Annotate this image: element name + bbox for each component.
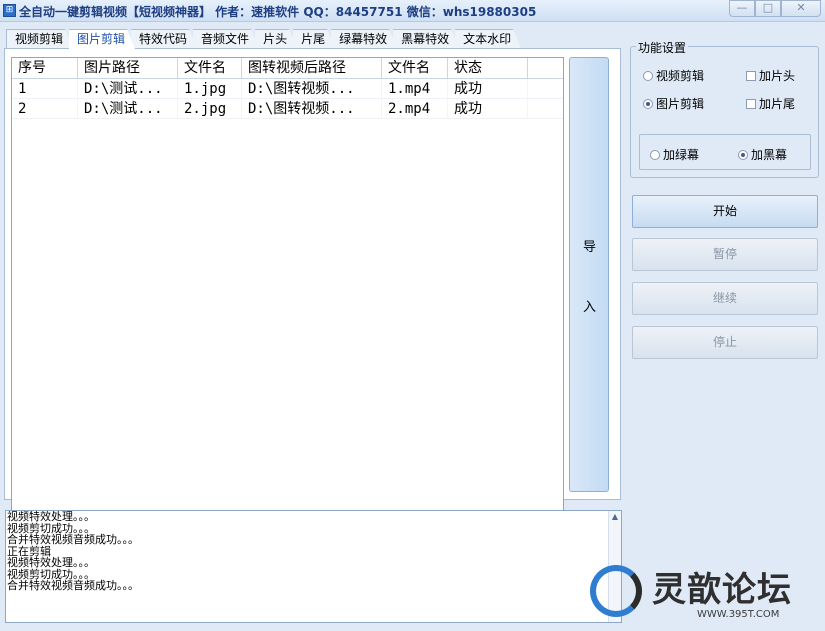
tab-audio-file[interactable]: 音频文件 xyxy=(193,29,259,49)
cell-image-path: D:\测试... xyxy=(78,99,178,119)
image-edit-radio[interactable]: 图片剪辑 xyxy=(643,95,704,112)
cell-status: 成功 xyxy=(448,79,528,99)
title-bar: ⊞ 全自动一键剪辑视频【短视频神器】 作者：速推软件 QQ：84457751 微… xyxy=(0,0,825,22)
app-icon: ⊞ xyxy=(3,4,16,17)
radio-icon xyxy=(738,149,748,160)
watermark-logo-icon xyxy=(590,565,642,617)
tab-strip: 视频剪辑 图片剪辑 特效代码 音频文件 片头 片尾 绿幕特效 黑幕特效 文本水印 xyxy=(6,29,517,49)
log-line: 合并特效视频音频成功。。。 xyxy=(7,533,139,546)
table-row[interactable]: 1 D:\测试... 1.jpg D:\图转视频... 1.mp4 成功 xyxy=(12,79,563,99)
tab-green-screen[interactable]: 绿幕特效 xyxy=(331,29,397,49)
column-header-video-path[interactable]: 图转视频后路径 xyxy=(242,58,382,78)
pause-button[interactable]: 暂停 xyxy=(632,238,818,271)
tab-intro[interactable]: 片头 xyxy=(255,29,297,49)
log-line: 视频特效处理。。。 xyxy=(7,510,95,523)
log-line: 正在剪辑 xyxy=(7,544,51,558)
table-header: 序号 图片路径 文件名 图转视频后路径 文件名 状态 xyxy=(12,58,563,79)
checkbox-icon xyxy=(746,98,756,109)
column-header-image-path[interactable]: 图片路径 xyxy=(78,58,178,78)
log-line: 合并特效视频音频成功。。。 xyxy=(7,579,139,592)
cell-image-path: D:\测试... xyxy=(78,79,178,99)
add-outro-checkbox[interactable]: 加片尾 xyxy=(746,95,795,112)
window-title: 全自动一键剪辑视频【短视频神器】 作者：速推软件 QQ：84457751 微信：… xyxy=(19,5,537,19)
video-edit-radio[interactable]: 视频剪辑 xyxy=(643,67,704,84)
cell-video-path: D:\图转视频... xyxy=(242,79,382,99)
column-header-status[interactable]: 状态 xyxy=(448,58,528,78)
cell-output-filename: 2.mp4 xyxy=(382,99,448,119)
window-controls: — □ ✕ xyxy=(729,0,821,17)
maximize-button[interactable]: □ xyxy=(755,0,781,17)
minimize-button[interactable]: — xyxy=(729,0,755,17)
settings-group-title: 功能设置 xyxy=(636,39,689,56)
scroll-up-arrow-icon[interactable]: ▲ xyxy=(609,511,621,523)
tab-black-screen[interactable]: 黑幕特效 xyxy=(393,29,459,49)
tab-effect-code[interactable]: 特效代码 xyxy=(131,29,197,49)
cell-filename: 1.jpg xyxy=(178,79,242,99)
column-header-filename[interactable]: 文件名 xyxy=(178,58,242,78)
import-button-label-1: 导 xyxy=(583,240,597,255)
green-screen-radio[interactable]: 加绿幕 xyxy=(650,146,699,163)
radio-icon xyxy=(643,70,653,81)
close-button[interactable]: ✕ xyxy=(781,0,821,17)
watermark-url: WWW.395T.COM xyxy=(697,609,780,620)
import-button[interactable]: 导 入 xyxy=(569,57,609,492)
tab-text-watermark[interactable]: 文本水印 xyxy=(455,29,521,49)
radio-icon xyxy=(643,98,653,109)
cell-status: 成功 xyxy=(448,99,528,119)
radio-icon xyxy=(650,149,660,160)
table-row[interactable]: 2 D:\测试... 2.jpg D:\图转视频... 2.mp4 成功 xyxy=(12,99,563,119)
log-line: 视频特效处理。。。 xyxy=(7,556,95,569)
tab-image-edit[interactable]: 图片剪辑 xyxy=(69,29,135,49)
cell-output-filename: 1.mp4 xyxy=(382,79,448,99)
cell-filename: 2.jpg xyxy=(178,99,242,119)
resume-button[interactable]: 继续 xyxy=(632,282,818,315)
cell-index: 1 xyxy=(12,79,78,99)
start-button[interactable]: 开始 xyxy=(632,195,818,228)
add-intro-checkbox[interactable]: 加片头 xyxy=(746,67,795,84)
black-screen-radio[interactable]: 加黑幕 xyxy=(738,146,787,163)
column-header-index[interactable]: 序号 xyxy=(12,58,78,78)
import-button-label-2: 入 xyxy=(583,300,597,315)
tab-outro[interactable]: 片尾 xyxy=(293,29,335,49)
cell-video-path: D:\图转视频... xyxy=(242,99,382,119)
column-header-output-filename[interactable]: 文件名 xyxy=(382,58,448,78)
image-list-table[interactable]: 序号 图片路径 文件名 图转视频后路径 文件名 状态 1 D:\测试... 1.… xyxy=(11,57,564,540)
log-output[interactable]: 视频特效处理。。。 视频剪切成功。。。 合并特效视频音频成功。。。 正在剪辑 视… xyxy=(5,510,622,623)
tab-video-edit[interactable]: 视频剪辑 xyxy=(6,29,73,49)
stop-button[interactable]: 停止 xyxy=(632,326,818,359)
checkbox-icon xyxy=(746,70,756,81)
watermark-text: 灵歆论坛 xyxy=(652,570,792,610)
cell-index: 2 xyxy=(12,99,78,119)
